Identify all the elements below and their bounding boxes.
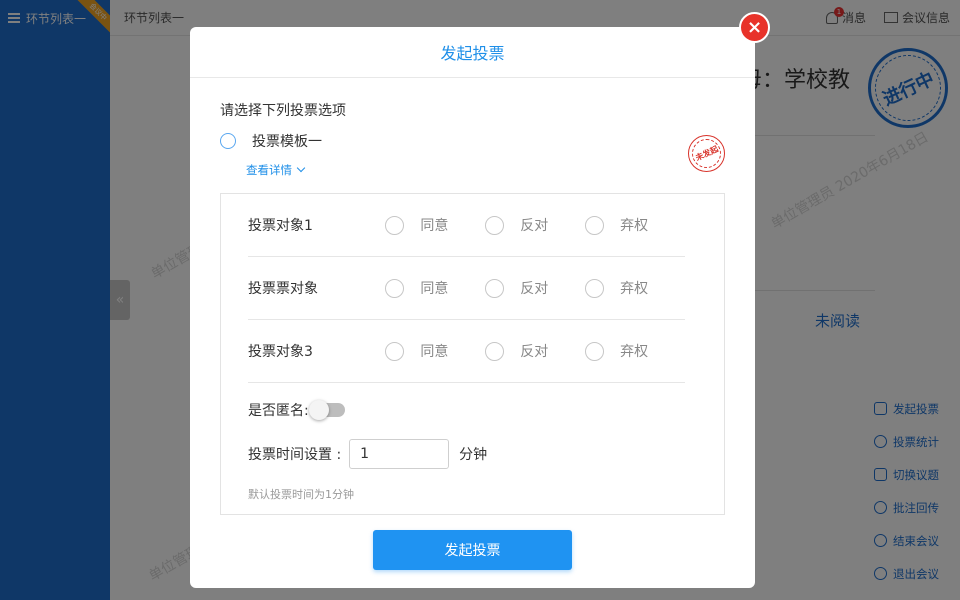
start-vote-button[interactable]: 发起投票 [373, 530, 572, 570]
option-label: 反对 [520, 218, 549, 234]
vote-items-panel: 投票对象1 同意 反对 弃权 投票票对象 同意 反对 弃权 投票对象3 同意 反… [220, 193, 725, 515]
details-label: 查看详情 [246, 163, 292, 177]
vote-item-label: 投票对象3 [248, 344, 313, 360]
option-label: 弃权 [620, 218, 649, 234]
agree-radio[interactable] [385, 341, 405, 361]
option-label: 弃权 [620, 281, 649, 297]
anonymous-label: 是否匿名: [248, 403, 309, 419]
time-label: 投票时间设置 : [248, 447, 342, 463]
vote-item-row: 投票对象1 同意 反对 弃权 [248, 194, 685, 257]
option-agree[interactable]: 同意 [385, 278, 485, 298]
anonymous-setting: 是否匿名: [248, 400, 345, 420]
vote-duration-input[interactable] [349, 439, 450, 469]
option-oppose[interactable]: 反对 [485, 215, 585, 235]
oppose-radio[interactable] [485, 215, 505, 235]
option-abstain[interactable]: 弃权 [585, 341, 685, 361]
option-abstain[interactable]: 弃权 [585, 215, 685, 235]
vote-item-row: 投票对象3 同意 反对 弃权 [248, 320, 685, 383]
vote-item-row: 投票票对象 同意 反对 弃权 [248, 257, 685, 320]
vote-time-setting: 投票时间设置 : 分钟 [248, 439, 487, 469]
option-agree[interactable]: 同意 [385, 341, 485, 361]
start-vote-dialog: 发起投票 请选择下列投票选项 投票模板一 查看详情 未发起 投票对象1 同意 反… [190, 27, 755, 588]
option-label: 弃权 [620, 344, 649, 360]
option-label: 同意 [420, 344, 449, 360]
option-agree[interactable]: 同意 [385, 215, 485, 235]
vote-item-label: 投票对象1 [248, 218, 313, 234]
option-label: 反对 [520, 344, 549, 360]
oppose-radio[interactable] [485, 278, 505, 298]
dialog-title: 发起投票 [440, 44, 505, 63]
vote-item-label: 投票票对象 [248, 281, 318, 297]
option-label: 同意 [420, 218, 449, 234]
close-icon[interactable]: × [739, 12, 770, 43]
oppose-radio[interactable] [485, 341, 505, 361]
template-radio[interactable] [220, 133, 236, 149]
seal-text: 未发起 [693, 144, 720, 163]
not-started-seal: 未发起 [688, 135, 725, 172]
time-hint: 默认投票时间为1分钟 [248, 488, 354, 501]
anonymous-toggle[interactable] [308, 400, 345, 420]
agree-radio[interactable] [385, 215, 405, 235]
chevron-down-icon [296, 163, 306, 173]
dialog-header: 发起投票 [190, 27, 755, 78]
time-unit: 分钟 [459, 447, 488, 463]
toggle-knob [308, 400, 329, 420]
option-label: 同意 [420, 281, 449, 297]
option-label: 反对 [520, 281, 549, 297]
view-details-link[interactable]: 查看详情 [246, 162, 306, 178]
template-option[interactable]: 投票模板一 [220, 131, 322, 151]
option-oppose[interactable]: 反对 [485, 278, 585, 298]
option-abstain[interactable]: 弃权 [585, 278, 685, 298]
template-label: 投票模板一 [252, 134, 322, 150]
option-oppose[interactable]: 反对 [485, 341, 585, 361]
abstain-radio[interactable] [585, 278, 605, 298]
abstain-radio[interactable] [585, 341, 605, 361]
agree-radio[interactable] [385, 278, 405, 298]
abstain-radio[interactable] [585, 215, 605, 235]
vote-prompt: 请选择下列投票选项 [220, 103, 346, 119]
